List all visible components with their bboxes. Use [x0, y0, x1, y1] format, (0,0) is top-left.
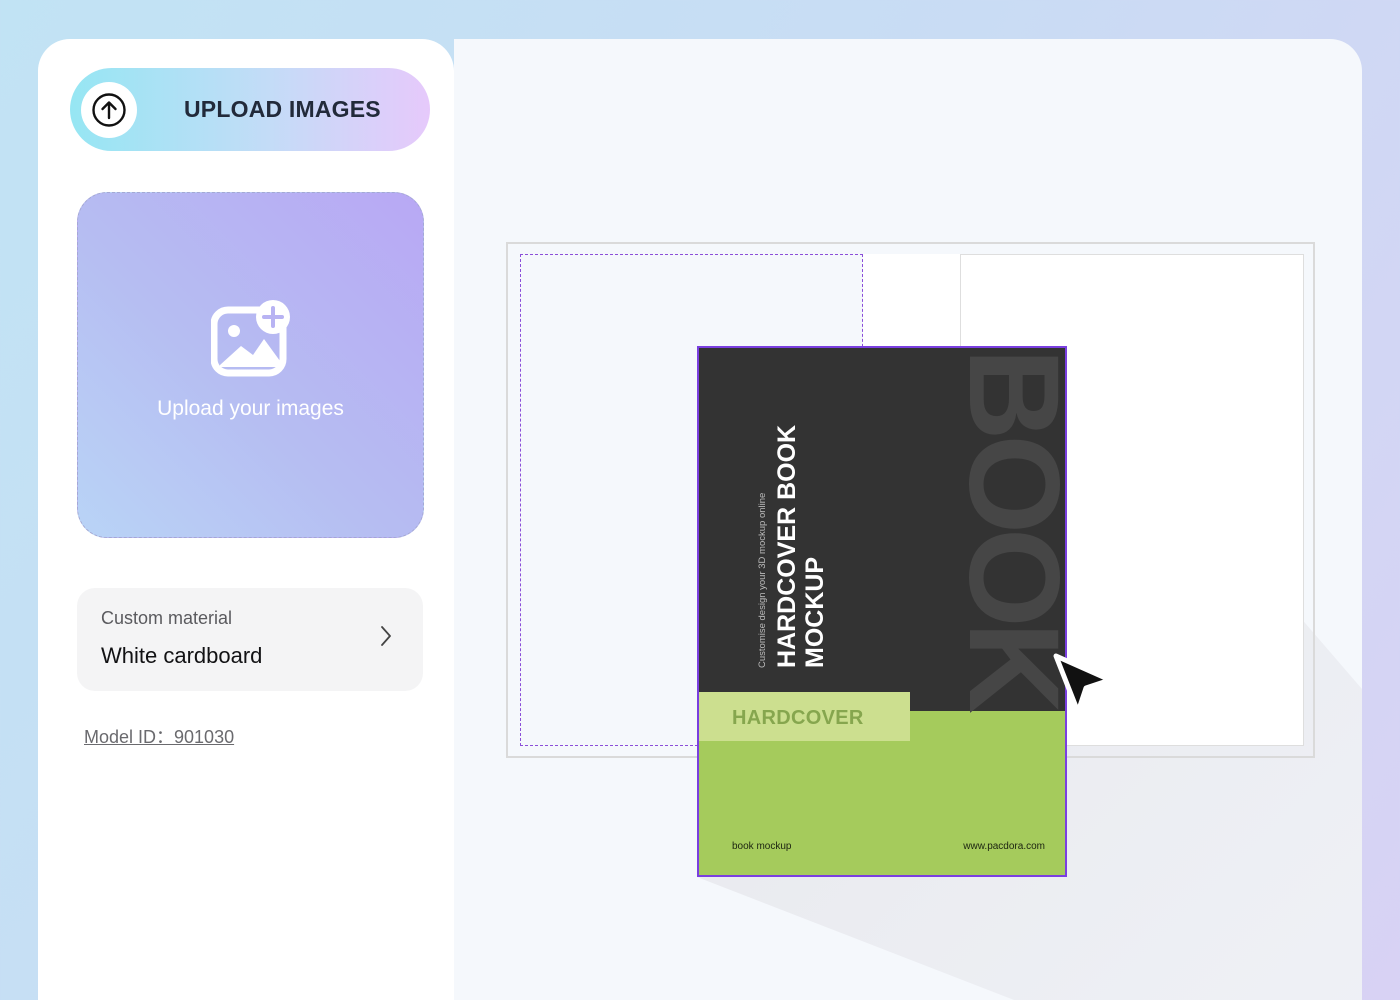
cover-title-block: Customise design your 3D mockup online H… [753, 425, 829, 668]
cover-footer-right: www.pacdora.com [963, 841, 1045, 852]
image-add-icon [210, 300, 290, 377]
chevron-right-icon [381, 626, 391, 646]
cover-tagline: Customise design your 3D mockup online [757, 492, 768, 668]
cover-footer-left: book mockup [732, 841, 792, 852]
editor-canvas[interactable]: BOOK HARDCOVER Customise design your 3D … [454, 39, 1362, 1000]
model-id-link[interactable]: Model ID：901030 [84, 723, 234, 749]
cover-tag-text: HARDCOVER [732, 707, 864, 729]
material-selector[interactable]: Custom material White cardboard [77, 588, 423, 691]
material-value: White cardboard [101, 643, 263, 668]
mouse-pointer-icon [1053, 653, 1113, 715]
arrow-up-circle-icon [92, 92, 126, 127]
image-dropzone[interactable]: Upload your images [77, 192, 424, 538]
upload-images-button[interactable]: UPLOAD IMAGES [70, 68, 430, 151]
upload-images-label: UPLOAD IMAGES [184, 96, 381, 122]
material-caption: Custom material [101, 608, 233, 628]
cover-title-line1: HARDCOVER BOOK [773, 424, 801, 668]
sidebar: UPLOAD IMAGES Upload your images Custom … [38, 39, 454, 1000]
dropzone-label: Upload your images [157, 397, 344, 420]
upload-icon-circle [81, 81, 137, 138]
book-cover-artwork[interactable]: BOOK HARDCOVER Customise design your 3D … [697, 346, 1067, 877]
cover-title-line2: MOCKUP [801, 556, 829, 668]
